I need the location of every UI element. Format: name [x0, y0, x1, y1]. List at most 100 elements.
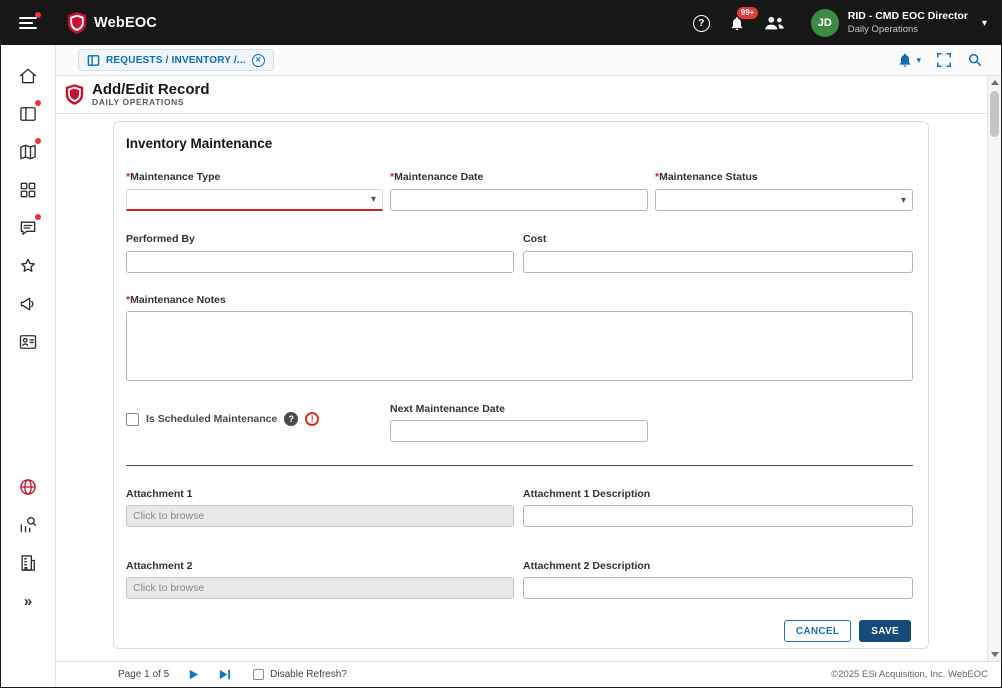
users-button[interactable] — [764, 15, 785, 31]
app-name: WebEOC — [94, 15, 157, 31]
maintenance-type-label: *Maintenance Type — [126, 171, 220, 183]
cost-label: Cost — [523, 233, 546, 245]
section-divider — [126, 465, 913, 466]
scroll-down-button[interactable] — [988, 648, 1001, 661]
attachment2-description-input[interactable] — [523, 577, 913, 599]
sidebar-item-apps[interactable] — [9, 171, 47, 209]
sidebar-item-boards[interactable] — [9, 95, 47, 133]
fullscreen-button[interactable] — [936, 52, 952, 68]
chat-icon — [18, 218, 38, 238]
building-icon — [18, 553, 38, 573]
tabbar-tools: ▾ — [897, 52, 1001, 68]
chevron-down-icon: ▾ — [371, 194, 376, 205]
main-menu-button[interactable] — [15, 10, 41, 36]
attachment1-description-label: Attachment 1 Description — [523, 488, 650, 500]
vertical-scrollbar[interactable] — [987, 76, 1001, 661]
board-search-button[interactable] — [967, 52, 983, 68]
hamburger-icon — [19, 16, 37, 30]
scroll-up-icon — [991, 80, 999, 85]
left-sidebar: » — [1, 45, 56, 687]
maintenance-type-select[interactable]: ▾ — [126, 189, 383, 211]
is-scheduled-maintenance-label: Is Scheduled Maintenance — [146, 413, 277, 425]
last-page-icon — [218, 668, 231, 681]
board-notifications-button[interactable]: ▾ — [897, 52, 921, 68]
tab-close-icon[interactable]: ✕ — [252, 54, 265, 67]
sidebar-item-home[interactable] — [9, 57, 47, 95]
map-icon — [18, 142, 38, 162]
topbar-actions: ? 99+ JD RID - CMD EOC Director Daily Op… — [693, 9, 1001, 37]
user-avatar[interactable]: JD — [811, 9, 839, 37]
inventory-maintenance-form: Inventory Maintenance *Maintenance Type … — [113, 121, 929, 649]
attachment2-browse-field[interactable]: Click to browse — [126, 577, 514, 599]
cost-input[interactable] — [523, 251, 913, 273]
scrollbar-thumb[interactable] — [990, 91, 999, 137]
maintenance-date-label: *Maintenance Date — [390, 171, 483, 183]
attachment1-description-input[interactable] — [523, 505, 913, 527]
board-tab-icon — [87, 54, 100, 67]
chevron-down-icon: ▾ — [916, 55, 921, 66]
boards-notification-dot — [35, 100, 41, 106]
maintenance-status-label: *Maintenance Status — [655, 171, 758, 183]
chevron-down-icon: ▾ — [901, 195, 906, 206]
next-maintenance-date-input[interactable] — [390, 420, 648, 442]
board-logo-icon — [65, 83, 84, 106]
people-icon — [764, 15, 785, 31]
last-page-button[interactable] — [218, 668, 231, 681]
scheduled-maintenance-row: Is Scheduled Maintenance ? ! — [126, 412, 319, 426]
sidebar-item-global[interactable] — [9, 468, 47, 506]
is-scheduled-maintenance-checkbox[interactable] — [126, 413, 139, 426]
performed-by-input[interactable] — [126, 251, 514, 273]
apps-grid-icon — [18, 180, 38, 200]
messages-notification-dot — [35, 214, 41, 220]
megaphone-icon — [18, 294, 38, 314]
sidebar-item-favorites[interactable] — [9, 247, 47, 285]
boards-icon — [18, 104, 38, 124]
user-menu-chevron-icon[interactable]: ▾ — [982, 18, 987, 29]
user-info: RID - CMD EOC Director Daily Operations — [848, 10, 968, 36]
next-page-icon — [187, 668, 200, 681]
home-icon — [18, 66, 38, 86]
maintenance-notes-textarea[interactable] — [126, 311, 913, 381]
scroll-up-button[interactable] — [988, 76, 1001, 89]
form-title: Inventory Maintenance — [126, 136, 272, 151]
webeoc-logo-icon — [67, 11, 87, 35]
maintenance-date-input[interactable] — [390, 189, 648, 211]
page-header-text: Add/Edit Record DAILY OPERATIONS — [92, 81, 210, 108]
tab-requests-inventory[interactable]: REQUESTS / INVENTORY /... ✕ — [78, 49, 274, 71]
next-page-button[interactable] — [187, 668, 200, 681]
search-icon — [967, 52, 983, 68]
sidebar-expand-button[interactable]: » — [9, 582, 47, 620]
contact-card-icon — [18, 332, 38, 352]
star-icon — [18, 256, 38, 276]
board-content: Inventory Maintenance *Maintenance Type … — [56, 114, 987, 661]
sidebar-item-organization[interactable] — [9, 544, 47, 582]
attachment2-description-label: Attachment 2 Description — [523, 560, 650, 572]
sidebar-item-maps[interactable] — [9, 133, 47, 171]
sidebar-item-announcements[interactable] — [9, 285, 47, 323]
attachment2-label: Attachment 2 — [126, 560, 193, 572]
disable-refresh-checkbox[interactable] — [253, 669, 264, 680]
sidebar-item-messages[interactable] — [9, 209, 47, 247]
attachment1-browse-field[interactable]: Click to browse — [126, 505, 514, 527]
attachment1-label: Attachment 1 — [126, 488, 193, 500]
page-subtitle: DAILY OPERATIONS — [92, 98, 210, 108]
help-tooltip-icon[interactable]: ? — [284, 412, 298, 426]
maps-notification-dot — [35, 138, 41, 144]
page-title: Add/Edit Record — [92, 81, 210, 98]
performed-by-label: Performed By — [126, 233, 195, 245]
bell-icon — [897, 52, 913, 68]
menu-notification-dot — [35, 12, 41, 18]
help-icon: ? — [693, 15, 710, 32]
sidebar-item-contacts[interactable] — [9, 323, 47, 361]
top-navigation-bar: WebEOC ? 99+ JD RID - CMD EOC Director D… — [1, 1, 1001, 45]
cancel-button[interactable]: CANCEL — [784, 620, 851, 642]
required-warning-icon: ! — [305, 412, 319, 426]
sidebar-item-reports[interactable] — [9, 506, 47, 544]
save-button[interactable]: SAVE — [859, 620, 911, 642]
help-button[interactable]: ? — [693, 15, 710, 32]
disable-refresh-control: Disable Refresh? — [253, 669, 347, 680]
maintenance-status-select[interactable]: ▾ — [655, 189, 913, 211]
maintenance-notes-label: *Maintenance Notes — [126, 294, 226, 306]
notifications-button[interactable]: 99+ — [729, 15, 745, 32]
webeoc-window: WebEOC ? 99+ JD RID - CMD EOC Director D… — [0, 0, 1002, 688]
